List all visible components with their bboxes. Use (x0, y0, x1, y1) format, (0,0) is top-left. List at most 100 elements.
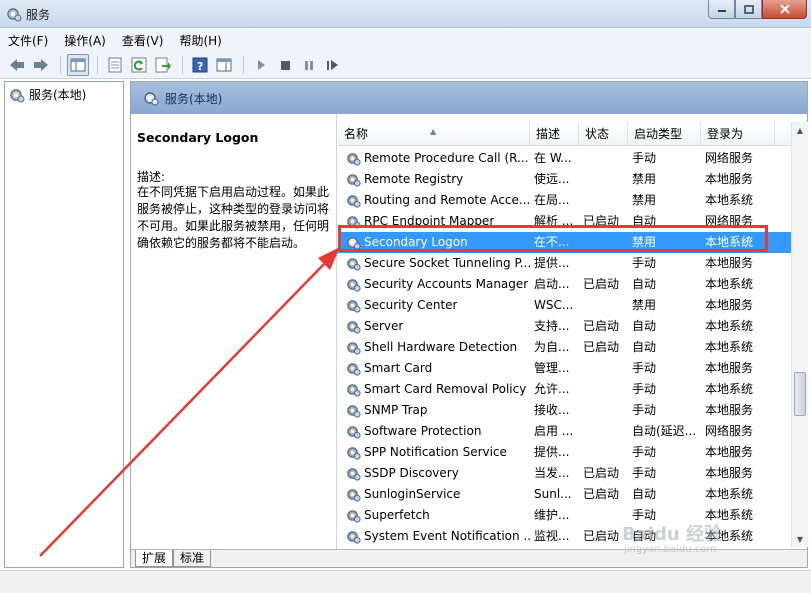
start-service-button[interactable] (250, 54, 272, 76)
stop-icon (281, 60, 290, 70)
scrollbar-thumb[interactable] (794, 372, 806, 416)
pause-service-button[interactable] (298, 54, 320, 76)
service-description: 启用 ... (534, 424, 574, 438)
close-button[interactable] (762, 0, 807, 19)
table-row[interactable]: Remote Procedure Call (R... 在 W... 手动 网络服务 (338, 148, 793, 169)
services-gear-icon (10, 88, 25, 102)
service-status (579, 400, 628, 421)
service-log-on-as: 本地系统 (705, 340, 754, 354)
table-row[interactable]: System Event Notification ... 监视... 已启动 自动本… (338, 526, 793, 547)
window-title: 服务 (26, 8, 51, 22)
service-status (579, 148, 628, 169)
service-gear-icon (347, 510, 361, 523)
service-name: SPP Notification Service (364, 445, 507, 459)
minimize-button[interactable] (708, 0, 735, 19)
service-startup-type: 手动 (632, 445, 657, 459)
toolbar-separator (60, 55, 61, 74)
service-description: 提供... (534, 256, 570, 270)
table-row[interactable]: Remote Registry 使远... 禁用 本地服务 (338, 169, 793, 190)
service-name-cell: Remote Registry (338, 169, 530, 190)
table-row[interactable]: SunloginService Sunl... 已启动 自动 本地系统 (338, 484, 793, 505)
tree-item-services-local[interactable]: 服务(本地) (9, 86, 86, 103)
maximize-button[interactable] (735, 0, 762, 19)
table-row[interactable]: Superfetch 维护... 手动 本地系统 (338, 505, 793, 526)
service-gear-icon (347, 237, 361, 250)
service-status (579, 253, 628, 274)
service-startup-type: 手动 (632, 256, 657, 270)
description-pane: Secondary Logon 描述: 在不同凭据下启用启动过程。如果此服务被停… (131, 114, 337, 549)
table-row[interactable]: Routing and Remote Acce... 在局... 禁用 本地系统 (338, 190, 793, 211)
menu-action[interactable]: 操作(A) (64, 32, 106, 49)
service-name: Software Protection (364, 424, 482, 438)
service-startup-type: 自动 (632, 487, 657, 501)
table-row[interactable]: Secondary Logon 在不... 禁用 本地系统 (338, 232, 793, 253)
menu-file[interactable]: 文件(F) (8, 32, 48, 49)
description-text: 在不同凭据下启用启动过程。如果此服务被停止，这种类型的登录访问将不可用。如果此服… (137, 185, 330, 250)
column-header-log-on-as[interactable]: 登录为 (701, 122, 775, 146)
scroll-down-icon[interactable]: ▼ (792, 531, 808, 547)
toolbar: ? (0, 51, 811, 79)
service-log-on-as: 本地系统 (705, 277, 754, 291)
service-gear-icon (347, 258, 361, 271)
service-name: Security Accounts Manager (364, 277, 529, 291)
service-log-on-as: 本地服务 (705, 361, 754, 375)
table-row[interactable]: SNMP Trap 接收... 手动 本地服务 (338, 400, 793, 421)
service-startup-type: 手动 (632, 466, 657, 480)
service-log-on-as: 网络服务 (705, 214, 754, 228)
export-list-button[interactable] (152, 54, 174, 76)
service-name-cell: Software Protection (338, 421, 530, 442)
table-row[interactable]: Server 支持... 已启动 自动 本地系统 (338, 316, 793, 337)
scroll-up-icon[interactable]: ▲ (792, 122, 808, 138)
service-log-on-as: 本地系统 (705, 382, 754, 396)
show-action-pane-button[interactable] (213, 54, 235, 76)
back-button[interactable] (6, 54, 28, 76)
service-name-cell: SNMP Trap (338, 400, 530, 421)
table-row[interactable]: Shell Hardware Detection 为自... 已启动 自动 本地系统 (338, 337, 793, 358)
refresh-button[interactable] (128, 54, 150, 76)
service-name: System Event Notification ... (364, 529, 530, 543)
table-row[interactable]: Smart Card 管理... 手动 本地服务 (338, 358, 793, 379)
column-header-status[interactable]: 状态 (579, 122, 628, 146)
vertical-scrollbar[interactable]: ▲ ▼ (791, 122, 808, 547)
table-row[interactable]: SPP Notification Service 提供... 手动 本地服务 (338, 442, 793, 463)
show-console-tree-button[interactable] (67, 53, 89, 76)
properties-button[interactable] (104, 54, 126, 76)
service-status: 已启动 (583, 466, 620, 480)
properties-icon (108, 57, 122, 72)
tab-standard[interactable]: 标准 (173, 550, 212, 567)
help-icon: ? (192, 57, 208, 73)
table-row[interactable]: Secure Socket Tunneling P... 提供... 手动 本地服务 (338, 253, 793, 274)
help-button[interactable]: ? (189, 54, 211, 76)
service-description: 启动... (534, 277, 570, 291)
service-startup-type: 自动 (632, 277, 657, 291)
table-row[interactable]: Security Accounts Manager 启动... 已启动 自动 本地系统 (338, 274, 793, 295)
service-name-cell: Server (338, 316, 530, 337)
restart-service-button[interactable] (322, 54, 344, 76)
forward-button[interactable] (30, 54, 52, 76)
service-name-cell: Secondary Logon (338, 232, 530, 253)
maximize-icon (743, 4, 754, 14)
service-description: 在局... (534, 193, 570, 207)
service-status (579, 421, 628, 442)
pause-icon (305, 60, 313, 70)
table-row[interactable]: Smart Card Removal Policy 允许... 手动 本地系统 (338, 379, 793, 400)
column-header-description[interactable]: 描述 (530, 122, 579, 146)
service-startup-type: 禁用 (632, 235, 657, 249)
service-status (579, 505, 628, 526)
service-log-on-as: 本地系统 (705, 235, 754, 249)
service-description: Sunl... (534, 487, 572, 501)
service-log-on-as: 本地系统 (705, 487, 754, 501)
service-description: 允许... (534, 382, 570, 396)
stop-service-button[interactable] (274, 54, 296, 76)
tab-extended[interactable]: 扩展 (135, 550, 174, 567)
column-header-name[interactable]: ▲ 名称 (338, 122, 530, 146)
service-gear-icon (347, 405, 361, 418)
table-row[interactable]: RPC Endpoint Mapper 解析 ... 已启动 自动 网络服务 (338, 211, 793, 232)
table-row[interactable]: Security Center WSC... 禁用 本地服务 (338, 295, 793, 316)
service-name-cell: Remote Procedure Call (R... (338, 148, 530, 169)
menu-view[interactable]: 查看(V) (122, 32, 164, 49)
table-row[interactable]: SSDP Discovery 当发... 已启动 手动 本地服务 (338, 463, 793, 484)
menu-help[interactable]: 帮助(H) (179, 32, 221, 49)
column-header-startup-type[interactable]: 启动类型 (628, 122, 701, 146)
table-row[interactable]: Software Protection 启用 ... 自动(延迟... 网络服务 (338, 421, 793, 442)
